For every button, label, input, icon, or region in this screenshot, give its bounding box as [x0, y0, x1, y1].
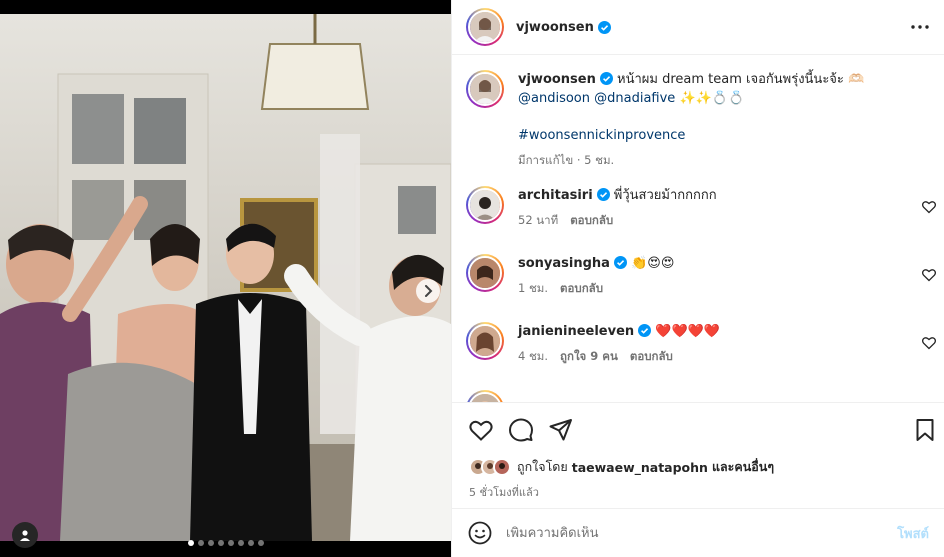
reply-button[interactable]: ตอบกลับ — [630, 349, 673, 363]
comment-username[interactable]: sonyasingha — [518, 256, 610, 271]
share-icon[interactable] — [548, 417, 574, 443]
avatar[interactable] — [466, 322, 504, 360]
bookmark-icon[interactable] — [912, 417, 938, 443]
comment-input[interactable] — [506, 525, 876, 541]
comment-text: พี่วุ้นสวยม้ากกกกก — [613, 188, 717, 203]
carousel-dot — [217, 540, 224, 546]
carousel-dot — [227, 540, 234, 546]
reply-button[interactable]: ตอบกลับ — [570, 213, 613, 227]
header-username[interactable]: vjwoonsen — [516, 20, 594, 35]
more-options-icon — [911, 25, 929, 29]
comment-item: architasiri พี่วุ้นสวยม้ากกกกก 52 นาที ตอ… — [466, 186, 936, 244]
avatar[interactable] — [466, 254, 504, 292]
caption: vjwoonsen หน้าผม dream team เจอกันพรุ่งน… — [466, 70, 936, 180]
comment-text: ❤️❤️❤️❤️ — [655, 324, 721, 339]
avatar[interactable] — [466, 8, 504, 46]
verified-icon — [596, 188, 610, 201]
mention-dnadiafive[interactable]: @dnadiafive — [594, 91, 675, 106]
comment-likes[interactable]: ถูกใจ 9 คน — [560, 349, 618, 363]
comment-heart-icon[interactable] — [922, 268, 936, 282]
photo-illustration — [0, 14, 451, 541]
carousel-dot — [187, 540, 194, 546]
post-time[interactable]: 5 ชั่วโมงที่แล้ว — [469, 483, 539, 501]
heart-icon[interactable] — [468, 417, 494, 443]
next-photo-button[interactable] — [416, 279, 440, 303]
avatar[interactable] — [466, 70, 504, 108]
likes-summary: ถูกใจโดย taewaew_natapohn และคนอื่นๆ — [469, 457, 774, 477]
verified-icon — [597, 20, 611, 34]
caption-text: หน้าผม dream team เจอกันพรุ่งนี้นะจ้ะ 🫶🏻 — [617, 72, 865, 87]
comment-time: 4 ชม. — [518, 349, 549, 363]
post-header: vjwoonsen — [452, 0, 944, 55]
carousel-dot — [237, 540, 244, 546]
mention-andisoon[interactable]: @andisoon — [518, 91, 590, 106]
avatar — [493, 458, 511, 476]
caption-edited: มีการแก้ไข · 5 ชม. — [518, 153, 615, 167]
comment-composer: โพสต์ — [452, 508, 944, 557]
comment-item — [466, 390, 936, 402]
carousel-dot — [207, 540, 214, 546]
comment-time: 1 ชม. — [518, 281, 549, 295]
carousel-dot — [197, 540, 204, 546]
carousel-indicator — [0, 540, 451, 548]
avatar[interactable] — [466, 186, 504, 224]
comment-text: 👏😍😍 — [631, 256, 675, 271]
reply-button[interactable]: ตอบกลับ — [560, 281, 603, 295]
carousel-dot — [247, 540, 254, 546]
comment-heart-icon[interactable] — [922, 336, 936, 350]
post-side-panel: vjwoonsen vjwoonsen หน้าผม dream team เจ… — [451, 0, 944, 557]
liker-avatars[interactable] — [469, 458, 511, 476]
comment-item: janienineeleven ❤️❤️❤️❤️ 4 ชม. ถูกใจ 9 คน… — [466, 322, 936, 380]
more-options-button[interactable] — [907, 14, 933, 40]
caption-hashtag[interactable]: #woonsennickinprovence — [518, 126, 913, 145]
verified-icon — [599, 72, 613, 85]
comment-item: sonyasingha 👏😍😍 1 ชม. ตอบกลับ — [466, 254, 936, 312]
verified-icon — [638, 324, 652, 337]
comment-icon[interactable] — [508, 417, 534, 443]
comment-username[interactable]: janienineeleven — [518, 324, 634, 339]
carousel-dot — [257, 540, 264, 546]
caption-emojis: ✨✨💍💍 — [679, 91, 745, 106]
likes-others[interactable]: และคนอื่นๆ — [712, 457, 774, 477]
post-comment-button[interactable]: โพสต์ — [897, 523, 929, 544]
caption-body: vjwoonsen หน้าผม dream team เจอกันพรุ่งน… — [518, 70, 913, 170]
avatar[interactable] — [466, 390, 504, 402]
emoji-icon[interactable] — [468, 521, 492, 545]
likes-user[interactable]: taewaew_natapohn — [572, 460, 708, 475]
post-media — [0, 0, 451, 557]
caption-username[interactable]: vjwoonsen — [518, 72, 596, 87]
comment-heart-icon[interactable] — [922, 200, 936, 214]
comments-list[interactable]: vjwoonsen หน้าผม dream team เจอกันพรุ่งน… — [452, 56, 944, 402]
comment-time: 52 นาที — [518, 213, 559, 227]
comment-username[interactable]: architasiri — [518, 188, 593, 203]
post-actions: ถูกใจโดย taewaew_natapohn และคนอื่นๆ 5 ช… — [452, 402, 944, 506]
verified-icon — [613, 256, 627, 269]
post-photo[interactable] — [0, 14, 451, 541]
chevron-right-icon — [425, 285, 433, 297]
likes-prefix: ถูกใจโดย — [517, 459, 568, 474]
